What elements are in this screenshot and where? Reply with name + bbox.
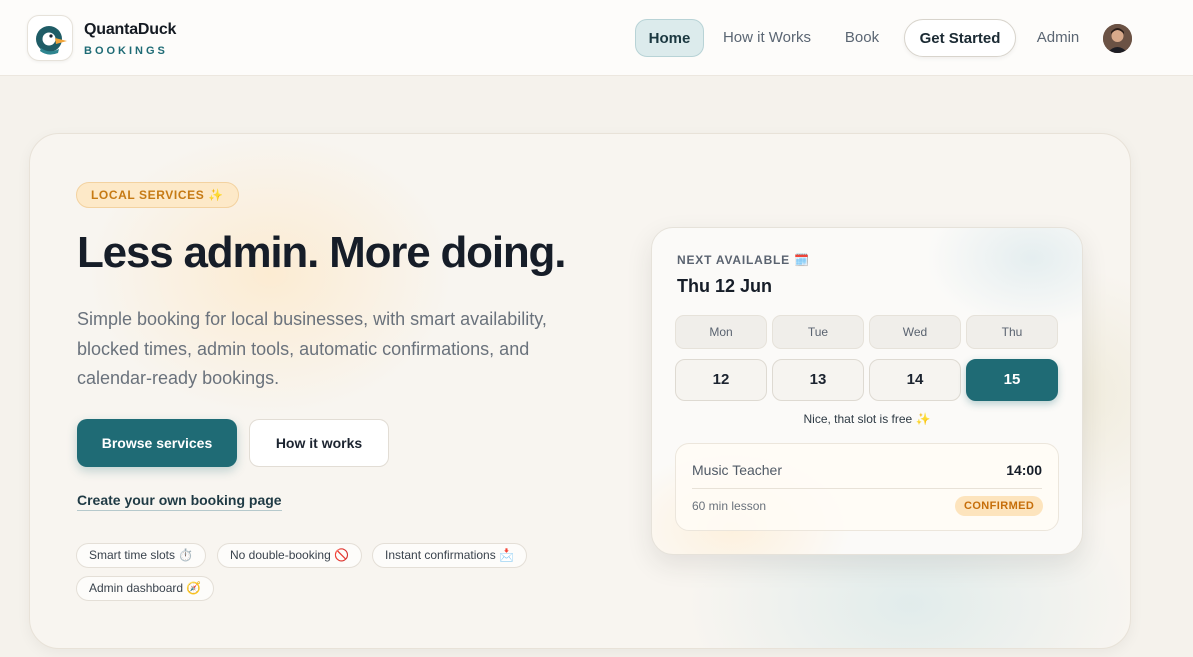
nav-admin[interactable]: Admin bbox=[1032, 19, 1084, 57]
feature-chip: Admin dashboard 🧭 bbox=[76, 576, 215, 601]
nav-how-it-works[interactable]: How it Works bbox=[718, 19, 816, 57]
how-it-works-button[interactable]: How it works bbox=[249, 419, 389, 467]
next-available-date: Thu 12 Jun bbox=[677, 276, 773, 296]
date-option-selected[interactable]: 15 bbox=[966, 359, 1058, 401]
date-option[interactable]: 12 bbox=[675, 359, 767, 401]
local-services-badge: LOCAL SERVICES ✨ bbox=[76, 182, 239, 208]
get-started-button[interactable]: Get Started bbox=[904, 19, 1016, 57]
status-badge: CONFIRMED bbox=[955, 496, 1044, 516]
day-label: Thu bbox=[966, 315, 1058, 349]
avatar-icon bbox=[1103, 24, 1132, 53]
feature-chip: Smart time slots ⏱️ bbox=[76, 543, 207, 568]
day-label: Mon bbox=[675, 315, 767, 349]
brand-subtitle: BOOKINGS bbox=[84, 45, 168, 57]
nav-book[interactable]: Book bbox=[840, 19, 884, 57]
duck-logo-icon bbox=[36, 26, 67, 55]
browse-services-button[interactable]: Browse services bbox=[77, 419, 237, 467]
nav-home[interactable]: Home bbox=[635, 19, 704, 57]
create-booking-page-link[interactable]: Create your own booking page bbox=[77, 492, 282, 511]
feature-chip: Instant confirmations 📩 bbox=[372, 543, 527, 568]
day-label: Tue bbox=[772, 315, 864, 349]
slot-divider bbox=[692, 488, 1042, 489]
top-navbar: QuantaDuck BOOKINGS Home How it Works Bo… bbox=[0, 0, 1193, 76]
next-available-label: NEXT AVAILABLE 🗓️ bbox=[677, 253, 810, 267]
booking-slot-card[interactable] bbox=[675, 443, 1059, 531]
user-avatar[interactable] bbox=[1103, 24, 1132, 53]
date-option[interactable]: 14 bbox=[869, 359, 961, 401]
slot-service-name: Music Teacher bbox=[692, 462, 783, 478]
slot-duration: 60 min lesson bbox=[692, 499, 767, 513]
day-label: Wed bbox=[869, 315, 961, 349]
slot-available-message: Nice, that slot is free ✨ bbox=[803, 412, 931, 426]
hero-description: Simple booking for local businesses, wit… bbox=[77, 309, 547, 388]
hero-headline: Less admin. More doing. bbox=[77, 228, 566, 277]
feature-chip: No double-booking 🚫 bbox=[217, 543, 363, 568]
brand-name: QuantaDuck bbox=[84, 21, 177, 38]
brand-logo[interactable] bbox=[27, 15, 73, 61]
slot-time: 14:00 bbox=[1006, 462, 1042, 478]
date-option[interactable]: 13 bbox=[772, 359, 864, 401]
